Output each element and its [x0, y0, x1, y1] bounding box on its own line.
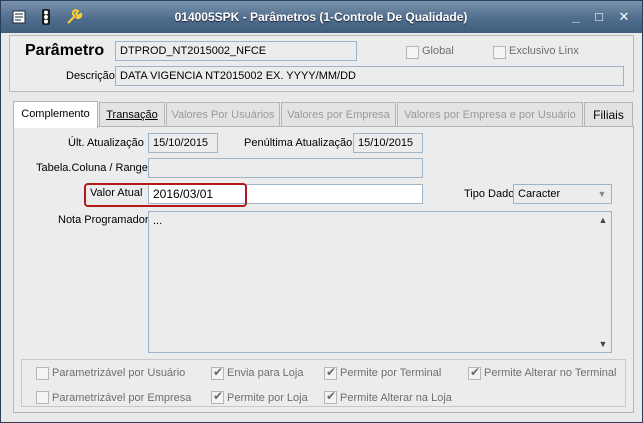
descricao-label: Descrição	[66, 70, 115, 82]
envia-loja-checkbox[interactable]: ✔	[211, 365, 224, 380]
ult-atualizacao-label: Últ. Atualização	[68, 137, 144, 149]
tipo-dado-value: Caracter	[518, 188, 561, 200]
tipo-dado-select[interactable]: Caracter ▼	[513, 184, 612, 204]
tab-filiais[interactable]: Filiais	[584, 102, 633, 127]
parametro-field[interactable]: DTPROD_NT2015002_NFCE	[115, 41, 357, 61]
scroll-down-icon[interactable]: ▼	[595, 337, 611, 351]
permite-terminal-label: Permite por Terminal	[340, 367, 442, 379]
check-icon: ✔	[326, 389, 337, 403]
permite-alterar-loja-label: Permite Alterar na Loja	[340, 392, 452, 404]
exclusivo-linx-label: Exclusivo Linx	[509, 45, 579, 57]
list-icon[interactable]	[11, 8, 29, 26]
parametrizavel-usuario-checkbox[interactable]	[36, 367, 49, 380]
tab-transacao[interactable]: Transação	[99, 102, 165, 127]
permite-loja-checkbox[interactable]: ✔	[211, 389, 224, 404]
penultima-atualizacao-label: Penúltima Atualização	[244, 137, 353, 149]
parametro-label: Parâmetro	[25, 42, 105, 59]
maximize-button[interactable]: □	[589, 8, 609, 26]
check-icon: ✔	[213, 389, 224, 403]
permite-terminal-checkbox[interactable]: ✔	[324, 365, 337, 380]
nota-scrollbar[interactable]: ▲ ▼	[595, 212, 611, 352]
minimize-button[interactable]: _	[566, 8, 586, 26]
tab-valores-empresa[interactable]: Valores por Empresa	[281, 102, 396, 127]
wrench-icon[interactable]	[65, 8, 83, 26]
title-bar[interactable]: 014005SPK - Parâmetros (1-Controle De Qu…	[1, 1, 642, 33]
check-icon: ✔	[470, 365, 481, 379]
tab-valores-usuarios[interactable]: Valores Por Usuários	[166, 102, 280, 127]
scroll-up-icon[interactable]: ▲	[595, 213, 611, 227]
descricao-field[interactable]: DATA VIGENCIA NT2015002 EX. YYYY/MM/DD	[115, 66, 624, 86]
nota-programador-label: Nota Programador	[58, 214, 149, 226]
envia-loja-label: Envia para Loja	[227, 367, 304, 379]
exclusivo-linx-checkbox[interactable]	[493, 46, 506, 59]
permite-alterar-terminal-checkbox[interactable]: ✔	[468, 365, 481, 380]
parametrizavel-empresa-checkbox[interactable]	[36, 391, 49, 404]
parametrizavel-usuario-label: Parametrizável por Usuário	[52, 367, 186, 379]
global-checkbox[interactable]	[406, 46, 419, 59]
chevron-down-icon[interactable]: ▼	[594, 186, 610, 202]
tab-valores-empresa-usuario[interactable]: Valores por Empresa e por Usuário	[397, 102, 583, 127]
traffic-light-icon[interactable]	[37, 8, 55, 26]
window-title: 014005SPK - Parâmetros (1-Controle De Qu…	[174, 10, 468, 24]
penultima-atualizacao-field[interactable]: 15/10/2015	[353, 133, 423, 153]
tabela-coluna-field[interactable]	[148, 158, 423, 178]
parametrizavel-empresa-label: Parametrizável por Empresa	[52, 392, 192, 404]
check-icon: ✔	[326, 365, 337, 379]
permite-loja-label: Permite por Loja	[227, 392, 308, 404]
parameters-window: 014005SPK - Parâmetros (1-Controle De Qu…	[0, 0, 643, 423]
close-button[interactable]: ✕	[614, 8, 634, 26]
tabela-coluna-label: Tabela.Coluna / Range	[36, 162, 148, 174]
tab-transacao-label: Transação	[106, 109, 158, 121]
nota-programador-text: ...	[153, 215, 163, 227]
ult-atualizacao-field[interactable]: 15/10/2015	[148, 133, 218, 153]
tab-complemento[interactable]: Complemento	[13, 101, 98, 128]
nota-programador-textarea[interactable]: ... ▲ ▼	[148, 211, 612, 353]
valor-atual-highlight	[84, 183, 247, 207]
permite-alterar-terminal-label: Permite Alterar no Terminal	[484, 367, 617, 379]
permite-alterar-loja-checkbox[interactable]: ✔	[324, 389, 337, 404]
tipo-dado-label: Tipo Dado	[464, 188, 515, 200]
check-icon: ✔	[213, 365, 224, 379]
parameter-header-panel: Parâmetro DTPROD_NT2015002_NFCE Global E…	[9, 35, 634, 92]
global-label: Global	[422, 45, 454, 57]
